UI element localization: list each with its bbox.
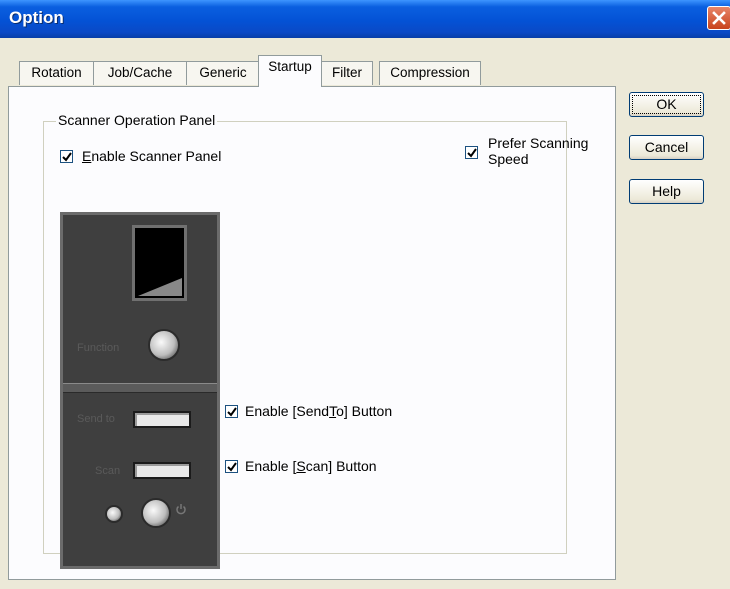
check-icon xyxy=(62,152,72,162)
close-button[interactable] xyxy=(707,6,730,30)
prefer-scanning-speed-checkbox[interactable] xyxy=(465,146,478,159)
help-button[interactable]: Help xyxy=(629,179,704,204)
lcd-display xyxy=(132,225,187,301)
send-to-label: Send to xyxy=(77,413,115,425)
enable-scanner-panel-checkbox[interactable] xyxy=(60,150,73,163)
option-dialog: Option Rotation Job/Cache Generic Startu… xyxy=(0,0,730,589)
scanner-operation-panel-group: Scanner Operation Panel Enable Scanner P… xyxy=(43,112,567,569)
enable-scan-button-label[interactable]: Enable [Scan] Button xyxy=(245,458,377,474)
function-button-icon xyxy=(148,329,180,361)
title-bar[interactable]: Option xyxy=(0,0,730,38)
stop-button-icon xyxy=(105,505,123,523)
close-icon xyxy=(712,11,726,25)
tab-generic[interactable]: Generic xyxy=(186,61,260,85)
scan-button-icon xyxy=(133,462,191,479)
ok-button[interactable]: OK xyxy=(629,92,704,117)
tab-filter[interactable]: Filter xyxy=(321,61,373,85)
scan-label: Scan xyxy=(95,465,121,477)
enable-sendto-button-label[interactable]: Enable [SendTo] Button xyxy=(245,403,392,419)
cancel-button[interactable]: Cancel xyxy=(629,135,704,160)
tab-startup[interactable]: Startup xyxy=(258,55,322,87)
enable-scan-button-checkbox[interactable] xyxy=(225,460,238,473)
tab-rotation[interactable]: Rotation xyxy=(19,61,94,85)
check-icon xyxy=(467,148,477,158)
check-icon xyxy=(227,462,237,472)
power-button-icon xyxy=(141,498,171,528)
send-to-button-icon xyxy=(133,411,191,428)
prefer-scanning-speed-label[interactable]: Prefer Scanning Speed xyxy=(488,135,588,167)
tab-compression[interactable]: Compression xyxy=(379,61,481,85)
check-icon xyxy=(227,407,237,417)
tab-job-cache[interactable]: Job/Cache xyxy=(93,61,187,85)
power-icon xyxy=(176,504,186,515)
window-title: Option xyxy=(9,8,64,27)
group-label: Scanner Operation Panel xyxy=(56,112,218,128)
function-label: Function xyxy=(77,342,120,354)
scanner-panel-image: Function Send to Scan xyxy=(60,212,220,569)
enable-scanner-panel-label[interactable]: Enable Scanner Panel xyxy=(82,148,221,164)
startup-tab-panel: Scanner Operation Panel Enable Scanner P… xyxy=(8,86,616,580)
enable-sendto-button-checkbox[interactable] xyxy=(225,405,238,418)
